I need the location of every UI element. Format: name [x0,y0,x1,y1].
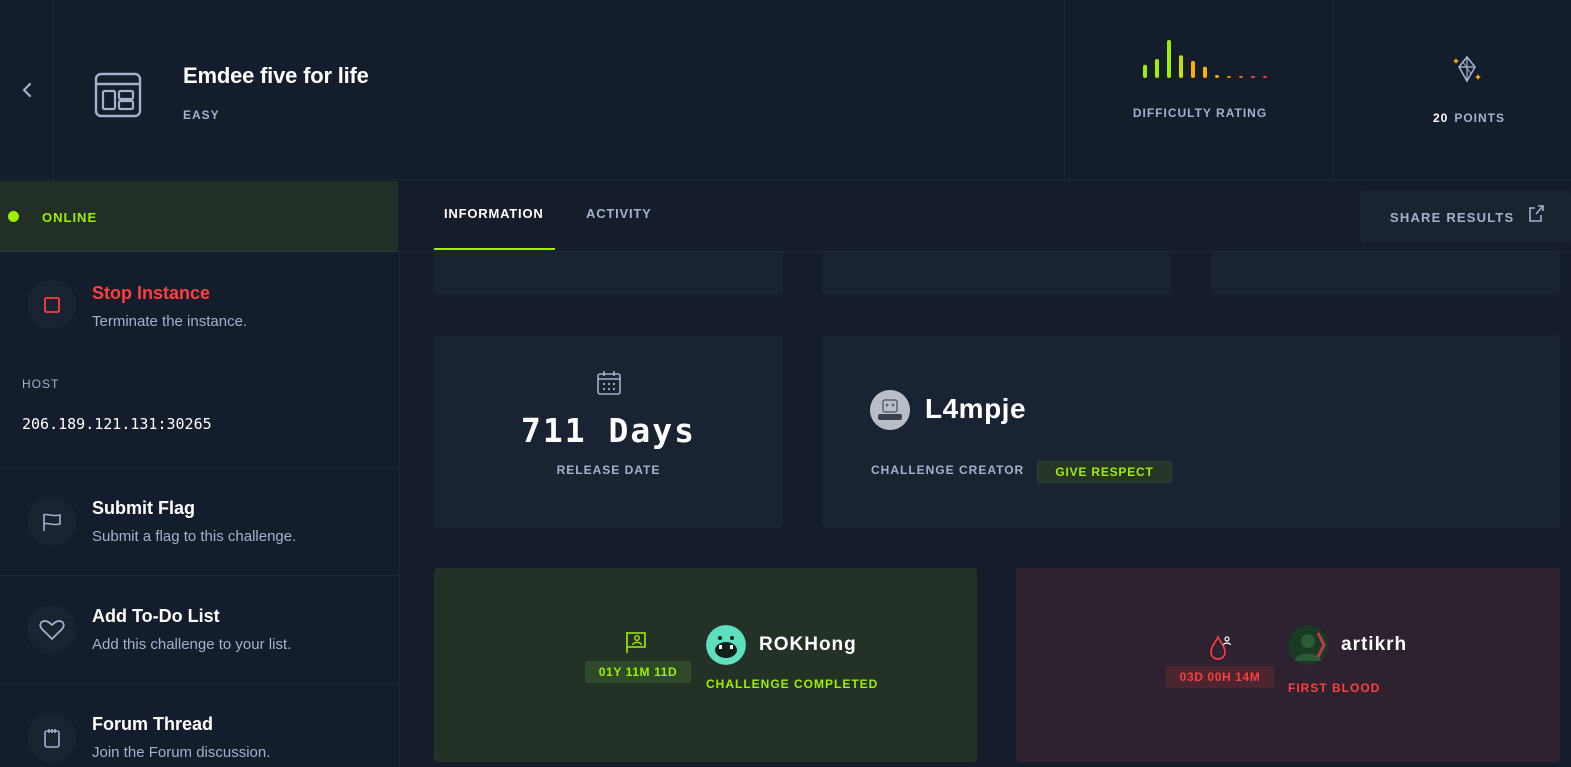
difficulty-bar [1215,74,1219,78]
difficulty-bar [1179,55,1183,78]
host-value[interactable]: 206.189.121.131:30265 [22,415,212,433]
instance-status: ONLINE [0,181,398,252]
stop-icon-wrap [27,280,76,329]
completion-time-badge: 01Y 11M 11D [585,661,691,683]
flag-icon-wrap [27,497,76,546]
completer-name[interactable]: ROKHong [759,634,857,656]
divider [0,467,400,468]
stop-instance-desc: Terminate the instance. [92,313,248,330]
forum-thread-action[interactable]: Forum Thread Join the Forum discussion. [0,713,400,767]
status-indicator [8,211,19,222]
completer-avatar[interactable] [706,625,746,665]
notepad-icon-wrap [27,713,76,762]
release-value: 711 Days [521,411,696,450]
share-results-button[interactable]: SHARE RESULTS [1360,190,1571,243]
challenge-title: Emdee five for life [183,63,369,88]
action-sidebar: Stop Instance Terminate the instance. HO… [0,252,400,767]
first-blood-label: FIRST BLOOD [1288,681,1381,695]
first-blood-time-badge: 03D 00H 14M [1166,666,1274,688]
submit-flag-title: Submit Flag [92,498,195,518]
submit-flag-desc: Submit a flag to this challenge. [92,528,297,545]
first-blood-avatar[interactable] [1288,625,1328,665]
difficulty-bar [1227,76,1231,78]
forum-thread-title: Forum Thread [92,714,214,734]
difficulty-chart [1143,40,1267,78]
blood-drop-icon [1210,635,1232,660]
user-avatar-icon [1288,625,1328,665]
back-button[interactable] [0,0,54,180]
give-respect-button[interactable]: GIVE RESPECT [1037,461,1172,483]
info-card-top [822,252,1171,295]
challenge-page: Emdee five for life EASY DIFFICULTY RATI… [0,0,1571,767]
divider [0,683,400,684]
first-blood-card: 03D 00H 14M artikrh FIRST BLOOD [1016,568,1560,762]
difficulty-bar [1203,66,1207,78]
challenge-header: Emdee five for life EASY DIFFICULTY RATI… [0,0,1571,180]
points-value: 20 [1432,111,1449,125]
robot-avatar-icon [870,390,910,430]
challenge-completed-card: 01Y 11M 11D ROKHong CHALLENGE COMPLETED [434,568,977,762]
info-card-top [434,252,783,295]
difficulty-caption: DIFFICULTY RATING [1132,106,1268,120]
creator-card: L4mpje CHALLENGE CREATOR GIVE RESPECT [822,335,1560,528]
points-display: 20 POINTS [1334,111,1571,125]
calendar-icon [597,371,621,395]
points-label: POINTS [1454,111,1506,125]
stop-instance-action[interactable]: Stop Instance Terminate the instance. [0,280,400,350]
completed-label: CHALLENGE COMPLETED [706,677,879,691]
difficulty-bar [1239,76,1243,78]
release-label: RELEASE DATE [556,463,661,477]
tab-bar: INFORMATION ACTIVITY SHARE RESULTS [398,181,1571,252]
points-section: 20 POINTS [1334,0,1571,180]
forum-thread-desc: Join the Forum discussion. [92,744,271,761]
external-link-icon [1529,205,1544,222]
add-todo-desc: Add this challenge to your list. [92,636,292,653]
difficulty-bar [1155,59,1159,78]
share-results-label: SHARE RESULTS [1390,210,1515,225]
first-blood-name[interactable]: artikrh [1341,634,1407,656]
chevron-left-icon [22,82,31,98]
creator-name[interactable]: L4mpje [925,393,1026,425]
tab-information[interactable]: INFORMATION [444,206,544,221]
difficulty-rating: DIFFICULTY RATING [1064,0,1334,180]
add-todo-title: Add To-Do List [92,606,220,626]
creator-avatar[interactable] [870,390,910,430]
status-text: ONLINE [42,210,98,225]
flag-icon [42,513,61,531]
stop-icon [43,296,60,313]
active-tab-indicator [434,248,555,250]
difficulty-bar [1143,64,1147,78]
difficulty-bar [1263,76,1267,78]
heart-icon [38,619,65,640]
difficulty-bar [1167,40,1171,78]
add-todo-action[interactable]: Add To-Do List Add this challenge to you… [0,605,400,675]
gem-icon [1453,55,1481,83]
difficulty-bar [1251,76,1255,78]
info-card-top [1211,252,1560,295]
user-flag-icon [626,632,646,653]
host-label: HOST [22,377,60,391]
notepad-icon [43,728,60,748]
creator-label: CHALLENGE CREATOR [871,463,1025,477]
submit-flag-action[interactable]: Submit Flag Submit a flag to this challe… [0,497,400,567]
tab-activity[interactable]: ACTIVITY [586,206,652,221]
monster-avatar-icon [706,625,746,665]
stop-instance-title: Stop Instance [92,283,211,303]
difficulty-bar [1191,60,1195,78]
divider [0,575,400,576]
heart-icon-wrap [27,605,76,654]
difficulty-level: EASY [183,108,220,122]
release-date-card: 711 Days RELEASE DATE [434,335,783,528]
web-category-icon [94,72,142,118]
